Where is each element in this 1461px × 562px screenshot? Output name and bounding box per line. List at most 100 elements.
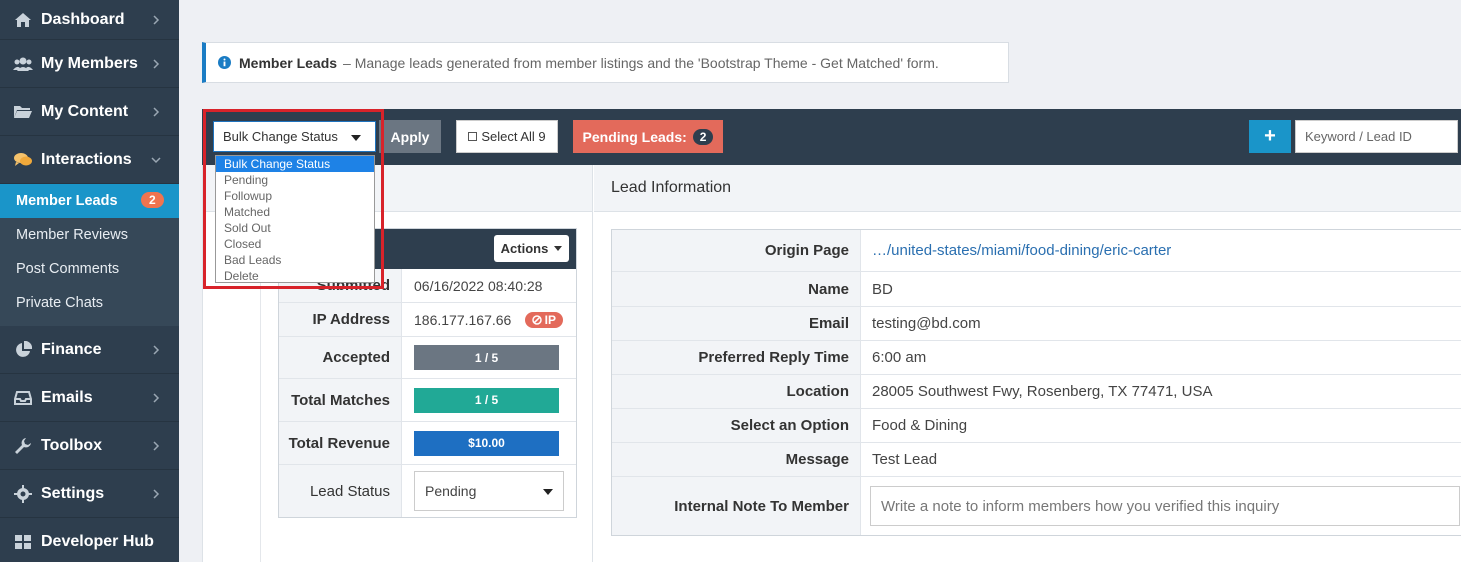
row-label: IP Address [279,303,402,336]
leads-toolbar: Bulk Change Status Apply Select All 9 Pe… [202,109,1461,165]
nav-my-members[interactable]: My Members [0,40,179,88]
bulk-option[interactable]: Delete [216,268,374,284]
apply-button[interactable]: Apply [379,120,441,153]
chevron-right-icon [153,58,160,69]
comments-icon [12,151,34,169]
nav-label: Interactions [41,150,132,168]
wrench-icon [12,437,34,455]
row-label: Select an Option [612,409,861,442]
table-row: Name BD [612,272,1461,307]
pending-leads-button[interactable]: Pending Leads: 2 [573,120,723,153]
select-all-button[interactable]: Select All 9 [456,120,558,153]
sidebar-item-post-comments[interactable]: Post Comments [0,252,179,286]
row-label: Lead Status [279,465,402,517]
lead-information-table: Origin Page …/united-states/miami/food-d… [611,229,1461,536]
ip-row: IP Address 186.177.167.66 IP [279,303,576,337]
nav-interactions[interactable]: Interactions [0,136,179,184]
chevron-right-icon [153,488,160,499]
ip-value-cell: 186.177.167.66 IP [402,303,576,336]
accepted-row: Accepted 1 / 5 [279,337,576,379]
nav-developer-hub[interactable]: Developer Hub [0,518,179,562]
sidebar: Dashboard My Members My Content Interact… [0,0,179,562]
note-cell [861,477,1461,535]
row-label: Email [612,307,861,340]
add-lead-button[interactable]: + [1249,120,1291,153]
lead-panel: Actions Submitted 06/16/2022 08:40:28 IP… [202,165,1461,562]
ip-badge-label: IP [544,313,556,327]
bulk-option[interactable]: Closed [216,236,374,252]
ip-value: 186.177.167.66 [414,311,512,328]
nav-label: Toolbox [41,436,103,454]
origin-page-link[interactable]: …/united-states/miami/food-dining/eric-c… [861,230,1461,271]
page-title: Member Leads [239,54,338,71]
info-icon [218,56,231,69]
bulk-select-value: Bulk Change Status [223,129,338,144]
users-icon [12,55,34,73]
row-value: 6:00 am [872,349,927,366]
page-info-alert: Member Leads – Manage leads generated fr… [202,42,1009,83]
total-matches-row: Total Matches 1 / 5 [279,379,576,422]
nav-dashboard[interactable]: Dashboard [0,0,179,40]
pending-count-badge: 2 [692,128,714,145]
total-revenue-row: Total Revenue $10.00 [279,422,576,465]
table-row: Internal Note To Member [612,477,1461,535]
bulk-option[interactable]: Bulk Change Status [216,156,374,172]
bulk-option[interactable]: Bad Leads [216,252,374,268]
pie-chart-icon [12,340,34,359]
caret-down-icon [554,246,563,251]
row-label: Origin Page [612,230,861,271]
nav-label: Emails [41,388,93,406]
table-row: Preferred Reply Time 6:00 am [612,341,1461,375]
chevron-right-icon [153,344,160,355]
bulk-option[interactable]: Pending [216,172,374,188]
sub-label: Member Leads [16,193,118,209]
checkbox-icon [468,132,478,141]
lead-status-select[interactable]: Pending [414,471,564,511]
row-label: Accepted [279,337,402,378]
caret-down-icon [543,489,553,495]
leads-count-badge: 2 [141,192,164,208]
sidebar-item-private-chats[interactable]: Private Chats [0,286,179,320]
table-row: Origin Page …/united-states/miami/food-d… [612,230,1461,272]
total-matches-bar: 1 / 5 [414,387,559,413]
sub-label: Private Chats [16,295,104,311]
nav-label: My Members [41,54,138,72]
lead-information-heading: Lead Information [594,165,1461,212]
table-row: Location 28005 Southwest Fwy, Rosenberg,… [612,375,1461,409]
nav-finance[interactable]: Finance [0,326,179,374]
nav-my-content[interactable]: My Content [0,88,179,136]
row-label: Preferred Reply Time [612,341,861,374]
bulk-option[interactable]: Followup [216,188,374,204]
bulk-status-select[interactable]: Bulk Change Status [213,121,376,152]
nav-emails[interactable]: Emails [0,374,179,422]
bulk-option[interactable]: Matched [216,204,374,220]
sub-label: Member Reviews [16,227,128,243]
row-label: Total Revenue [279,422,402,464]
sidebar-item-member-leads[interactable]: Member Leads 2 [0,184,179,218]
nav-label: Settings [41,484,105,502]
nav-label: Dashboard [41,10,125,28]
nav-settings[interactable]: Settings [0,470,179,518]
search-input[interactable] [1295,120,1458,153]
chevron-down-icon [151,156,161,163]
actions-button[interactable]: Actions [494,235,569,262]
sidebar-item-member-reviews[interactable]: Member Reviews [0,218,179,252]
accepted-cell: 1 / 5 [402,337,576,378]
row-label: Name [612,272,861,306]
nav-toolbox[interactable]: Toolbox [0,422,179,470]
table-row: Select an Option Food & Dining [612,409,1461,443]
chevron-right-icon [153,392,160,403]
internal-note-input[interactable] [870,486,1460,526]
bulk-status-options: Bulk Change Status Pending Followup Matc… [215,155,375,283]
row-label: Internal Note To Member [612,477,861,535]
row-value: testing@bd.com [872,315,981,332]
row-label: Location [612,375,861,408]
plus-icon: + [1264,125,1276,147]
block-ip-button[interactable]: IP [524,312,563,328]
interactions-subnav: Member Leads 2 Member Reviews Post Comme… [0,184,179,326]
bulk-option[interactable]: Sold Out [216,220,374,236]
folder-icon [12,103,34,121]
pending-label: Pending Leads: [582,128,687,145]
nav-label: Finance [41,340,102,358]
home-icon [12,11,34,29]
